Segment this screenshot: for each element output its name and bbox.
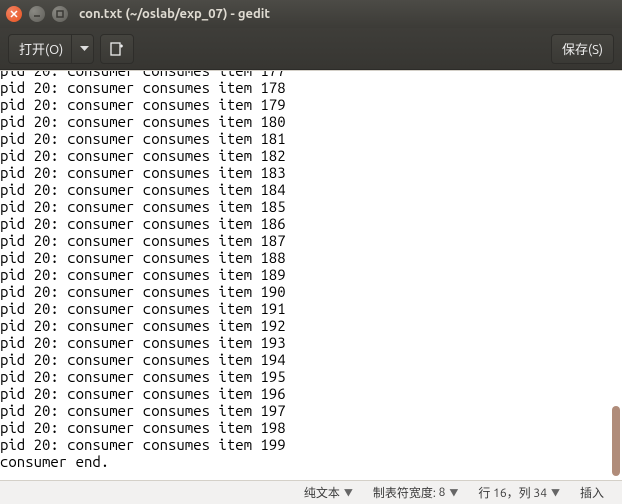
open-label: 打开(O) <box>19 39 63 58</box>
editor-line: pid 20: consumer consumes item 183 <box>0 164 622 181</box>
open-button[interactable]: 打开(O) <box>8 34 94 64</box>
save-label: 保存(S) <box>562 39 603 58</box>
editor-line: pid 20: consumer consumes item 190 <box>0 283 622 300</box>
editor-line: pid 20: consumer consumes item 192 <box>0 317 622 334</box>
insert-mode: 插入 <box>580 484 604 501</box>
syntax-mode-label: 纯文本 <box>304 484 340 501</box>
editor-line: pid 20: consumer consumes item 198 <box>0 419 622 436</box>
editor-line: pid 20: consumer consumes item 181 <box>0 130 622 147</box>
editor-line: pid 20: consumer consumes item 187 <box>0 232 622 249</box>
editor-line: pid 20: consumer consumes item 180 <box>0 113 622 130</box>
maximize-icon[interactable] <box>52 6 68 22</box>
editor-line: pid 20: consumer consumes item 193 <box>0 334 622 351</box>
syntax-mode-selector[interactable]: 纯文本 ▼ <box>304 484 353 501</box>
editor-line: pid 20: consumer consumes item 199 <box>0 436 622 453</box>
new-document-icon <box>109 41 125 57</box>
new-tab-button[interactable] <box>100 34 134 64</box>
editor-line: pid 20: consumer consumes item 182 <box>0 147 622 164</box>
editor-content[interactable]: pid 20: consumer consumes item 177pid 20… <box>0 70 622 470</box>
tab-width-selector[interactable]: 制表符宽度: 8 ▼ <box>373 484 459 501</box>
editor-line: pid 20: consumer consumes item 188 <box>0 249 622 266</box>
toolbar: 打开(O) 保存(S) <box>0 28 622 70</box>
editor-line: pid 20: consumer consumes item 179 <box>0 96 622 113</box>
editor-line: pid 20: consumer consumes item 189 <box>0 266 622 283</box>
editor-area[interactable]: pid 20: consumer consumes item 177pid 20… <box>0 70 622 480</box>
tab-width-value: 8 <box>439 486 446 499</box>
editor-line: consumer end. <box>0 453 622 470</box>
close-icon[interactable] <box>6 6 22 22</box>
cursor-position: 行 16，列 34 ▼ <box>478 484 560 501</box>
titlebar: con.txt (~/oslab/exp_07) - gedit <box>0 0 622 28</box>
editor-line: pid 20: consumer consumes item 185 <box>0 198 622 215</box>
editor-line: pid 20: consumer consumes item 197 <box>0 402 622 419</box>
editor-line: pid 20: consumer consumes item 178 <box>0 79 622 96</box>
chevron-down-icon: ▼ <box>551 486 560 499</box>
tab-width-label: 制表符宽度: <box>373 484 436 501</box>
editor-line: pid 20: consumer consumes item 194 <box>0 351 622 368</box>
editor-line: pid 20: consumer consumes item 177 <box>0 70 622 79</box>
chevron-down-icon: ▼ <box>344 486 353 499</box>
vertical-scrollbar[interactable] <box>610 71 622 480</box>
editor-line: pid 20: consumer consumes item 195 <box>0 368 622 385</box>
minimize-icon[interactable] <box>29 6 45 22</box>
editor-line: pid 20: consumer consumes item 186 <box>0 215 622 232</box>
editor-line: pid 20: consumer consumes item 196 <box>0 385 622 402</box>
save-button[interactable]: 保存(S) <box>551 34 614 64</box>
window-title: con.txt (~/oslab/exp_07) - gedit <box>79 7 270 21</box>
statusbar: 纯文本 ▼ 制表符宽度: 8 ▼ 行 16，列 34 ▼ 插入 <box>0 480 622 504</box>
scrollbar-thumb[interactable] <box>612 406 620 476</box>
editor-line: pid 20: consumer consumes item 191 <box>0 300 622 317</box>
chevron-down-icon: ▼ <box>449 486 458 499</box>
editor-line: pid 20: consumer consumes item 184 <box>0 181 622 198</box>
chevron-down-icon[interactable] <box>71 35 89 63</box>
